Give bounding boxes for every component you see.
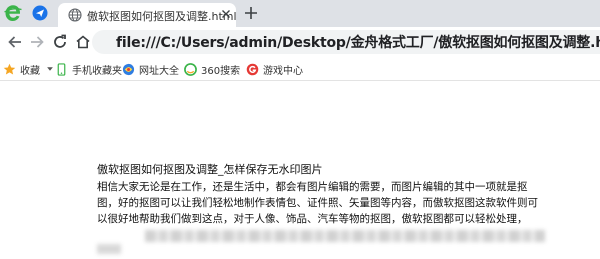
active-tab[interactable]: 傲软抠图如何抠图及调整.html [58, 3, 237, 27]
tab-strip: 傲软抠图如何抠图及调整.html [0, 0, 600, 27]
bookmark-360-search[interactable]: 360搜索 [184, 61, 240, 77]
bookmarks-bar: 收藏 手机收藏夹 网址大全 360搜索 游戏中心 [0, 57, 600, 81]
star-icon [3, 63, 16, 75]
page-content: 傲软抠图如何抠图及调整_怎样保存无水印图片 相信大家无论是在工作，还是生活中，都… [97, 162, 547, 227]
home-icon[interactable] [74, 33, 92, 51]
forward-arrow-icon[interactable] [28, 33, 46, 51]
page-paragraph: 相信大家无论是在工作，还是生活中，都会有图片编辑的需要，而图片编辑的其中一项就是… [97, 181, 538, 225]
web-directory-icon [122, 63, 135, 75]
address-bar[interactable]: file:///C:/Users/admin/Desktop/金舟格式工厂/傲软… [92, 30, 600, 54]
bookmark-game-center[interactable]: 游戏中心 [246, 61, 303, 77]
plus-icon[interactable] [242, 4, 260, 22]
navigation-toolbar: file:///C:/Users/admin/Desktop/金舟格式工厂/傲软… [0, 27, 600, 57]
bookmark-label: 游戏中心 [263, 65, 303, 77]
blurred-text-region [97, 244, 121, 254]
bookmark-web-directory[interactable]: 网址大全 [122, 61, 179, 77]
search-360-icon [184, 62, 197, 76]
paper-plane-icon[interactable] [32, 5, 48, 21]
page-title: 傲软抠图如何抠图及调整_怎样保存无水印图片 [97, 163, 323, 176]
blurred-text-region [145, 230, 545, 242]
back-arrow-icon[interactable] [6, 33, 24, 51]
address-url: file:///C:/Users/admin/Desktop/金舟格式工厂/傲软… [116, 35, 600, 51]
bookmark-label: 360搜索 [201, 65, 241, 77]
bookmark-mobile-favorites[interactable]: 手机收藏夹 [55, 61, 122, 77]
dropdown-arrow-icon[interactable] [46, 65, 54, 73]
close-icon[interactable] [218, 6, 234, 22]
tab-title: 傲软抠图如何抠图及调整.html [87, 10, 237, 23]
reload-icon[interactable] [51, 33, 69, 51]
bookmark-label: 网址大全 [139, 65, 179, 77]
bookmark-label: 收藏 [20, 65, 40, 77]
game-center-icon [246, 63, 259, 75]
phone-icon [57, 62, 66, 76]
bookmark-favorites[interactable]: 收藏 [3, 61, 58, 77]
globe-icon [68, 8, 82, 22]
bookmark-label: 手机收藏夹 [72, 65, 122, 77]
browser-logo-icon[interactable] [4, 3, 22, 23]
